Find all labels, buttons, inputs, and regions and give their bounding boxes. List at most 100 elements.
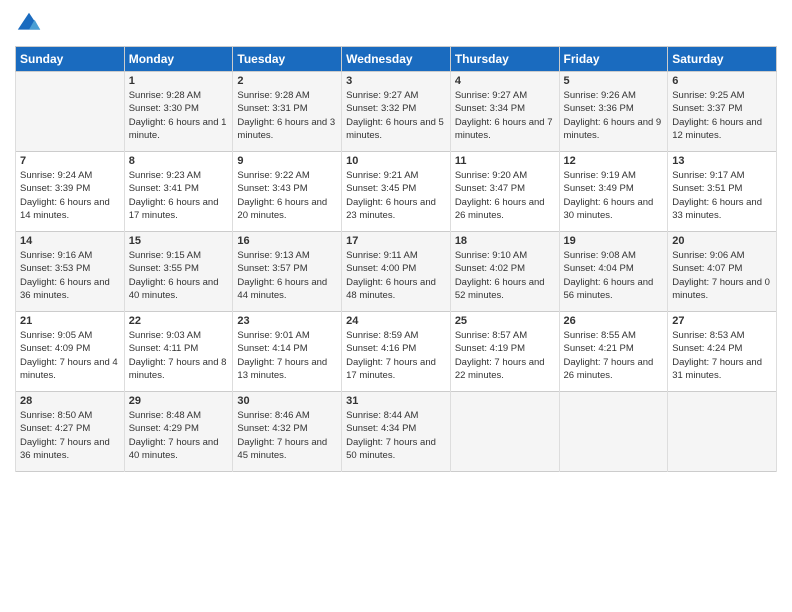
cell-details: Sunrise: 9:19 AMSunset: 3:49 PMDaylight:… bbox=[564, 169, 664, 222]
calendar-cell: 7 Sunrise: 9:24 AMSunset: 3:39 PMDaylight… bbox=[16, 152, 125, 232]
day-number: 30 bbox=[237, 395, 337, 407]
day-number: 8 bbox=[129, 155, 229, 167]
weekday-header: Saturday bbox=[668, 47, 777, 72]
day-number: 19 bbox=[564, 235, 664, 247]
cell-details: Sunrise: 8:50 AMSunset: 4:27 PMDaylight:… bbox=[20, 409, 120, 462]
header bbox=[15, 10, 777, 38]
calendar-cell: 17 Sunrise: 9:11 AMSunset: 4:00 PMDayligh… bbox=[342, 232, 451, 312]
calendar-table: SundayMondayTuesdayWednesdayThursdayFrid… bbox=[15, 46, 777, 472]
calendar-week-row: 28 Sunrise: 8:50 AMSunset: 4:27 PMDayligh… bbox=[16, 392, 777, 472]
calendar-cell: 18 Sunrise: 9:10 AMSunset: 4:02 PMDayligh… bbox=[450, 232, 559, 312]
cell-details: Sunrise: 9:27 AMSunset: 3:34 PMDaylight:… bbox=[455, 89, 555, 142]
cell-details: Sunrise: 8:53 AMSunset: 4:24 PMDaylight:… bbox=[672, 329, 772, 382]
cell-details: Sunrise: 8:48 AMSunset: 4:29 PMDaylight:… bbox=[129, 409, 229, 462]
cell-details: Sunrise: 9:03 AMSunset: 4:11 PMDaylight:… bbox=[129, 329, 229, 382]
calendar-cell: 13Sunrise: 9:17 AMSunset: 3:51 PMDayligh… bbox=[668, 152, 777, 232]
calendar-cell: 23 Sunrise: 9:01 AMSunset: 4:14 PMDayligh… bbox=[233, 312, 342, 392]
day-number: 9 bbox=[237, 155, 337, 167]
weekday-header: Friday bbox=[559, 47, 668, 72]
calendar-cell: 21 Sunrise: 9:05 AMSunset: 4:09 PMDayligh… bbox=[16, 312, 125, 392]
calendar-cell: 29 Sunrise: 8:48 AMSunset: 4:29 PMDayligh… bbox=[124, 392, 233, 472]
weekday-header: Monday bbox=[124, 47, 233, 72]
calendar-cell: 12 Sunrise: 9:19 AMSunset: 3:49 PMDayligh… bbox=[559, 152, 668, 232]
calendar-cell: 22 Sunrise: 9:03 AMSunset: 4:11 PMDayligh… bbox=[124, 312, 233, 392]
calendar-cell: 19Sunrise: 9:08 AMSunset: 4:04 PMDayligh… bbox=[559, 232, 668, 312]
day-number: 7 bbox=[20, 155, 120, 167]
calendar-week-row: 21 Sunrise: 9:05 AMSunset: 4:09 PMDayligh… bbox=[16, 312, 777, 392]
calendar-cell bbox=[450, 392, 559, 472]
calendar-cell: 16Sunrise: 9:13 AMSunset: 3:57 PMDayligh… bbox=[233, 232, 342, 312]
cell-details: Sunrise: 9:24 AMSunset: 3:39 PMDaylight:… bbox=[20, 169, 120, 222]
day-number: 1 bbox=[129, 75, 229, 87]
day-number: 18 bbox=[455, 235, 555, 247]
day-number: 2 bbox=[237, 75, 337, 87]
cell-details: Sunrise: 8:59 AMSunset: 4:16 PMDaylight:… bbox=[346, 329, 446, 382]
calendar-cell: 3Sunrise: 9:27 AMSunset: 3:32 PMDaylight… bbox=[342, 72, 451, 152]
day-number: 17 bbox=[346, 235, 446, 247]
day-number: 26 bbox=[564, 315, 664, 327]
calendar-cell: 25Sunrise: 8:57 AMSunset: 4:19 PMDayligh… bbox=[450, 312, 559, 392]
day-number: 4 bbox=[455, 75, 555, 87]
cell-details: Sunrise: 9:27 AMSunset: 3:32 PMDaylight:… bbox=[346, 89, 446, 142]
cell-details: Sunrise: 9:21 AMSunset: 3:45 PMDaylight:… bbox=[346, 169, 446, 222]
day-number: 14 bbox=[20, 235, 120, 247]
day-number: 29 bbox=[129, 395, 229, 407]
calendar-cell: 9 Sunrise: 9:22 AMSunset: 3:43 PMDaylight… bbox=[233, 152, 342, 232]
cell-details: Sunrise: 9:22 AMSunset: 3:43 PMDaylight:… bbox=[237, 169, 337, 222]
cell-details: Sunrise: 9:16 AMSunset: 3:53 PMDaylight:… bbox=[20, 249, 120, 302]
day-number: 11 bbox=[455, 155, 555, 167]
calendar-cell: 28 Sunrise: 8:50 AMSunset: 4:27 PMDayligh… bbox=[16, 392, 125, 472]
weekday-header: Sunday bbox=[16, 47, 125, 72]
calendar-cell: 4 Sunrise: 9:27 AMSunset: 3:34 PMDaylight… bbox=[450, 72, 559, 152]
cell-details: Sunrise: 9:25 AMSunset: 3:37 PMDaylight:… bbox=[672, 89, 772, 142]
weekday-header: Thursday bbox=[450, 47, 559, 72]
calendar-week-row: 7 Sunrise: 9:24 AMSunset: 3:39 PMDaylight… bbox=[16, 152, 777, 232]
cell-details: Sunrise: 9:13 AMSunset: 3:57 PMDaylight:… bbox=[237, 249, 337, 302]
day-number: 20 bbox=[672, 235, 772, 247]
day-number: 21 bbox=[20, 315, 120, 327]
calendar-cell: 15Sunrise: 9:15 AMSunset: 3:55 PMDayligh… bbox=[124, 232, 233, 312]
calendar-cell: 26 Sunrise: 8:55 AMSunset: 4:21 PMDayligh… bbox=[559, 312, 668, 392]
cell-details: Sunrise: 9:28 AMSunset: 3:30 PMDaylight:… bbox=[129, 89, 229, 142]
calendar-cell: 1 Sunrise: 9:28 AMSunset: 3:30 PMDaylight… bbox=[124, 72, 233, 152]
day-number: 22 bbox=[129, 315, 229, 327]
weekday-row: SundayMondayTuesdayWednesdayThursdayFrid… bbox=[16, 47, 777, 72]
calendar-cell: 24 Sunrise: 8:59 AMSunset: 4:16 PMDayligh… bbox=[342, 312, 451, 392]
calendar-cell: 8 Sunrise: 9:23 AMSunset: 3:41 PMDaylight… bbox=[124, 152, 233, 232]
cell-details: Sunrise: 9:01 AMSunset: 4:14 PMDaylight:… bbox=[237, 329, 337, 382]
calendar-week-row: 14 Sunrise: 9:16 AMSunset: 3:53 PMDayligh… bbox=[16, 232, 777, 312]
logo bbox=[15, 10, 47, 38]
calendar-cell bbox=[16, 72, 125, 152]
logo-icon bbox=[15, 10, 43, 38]
calendar-cell: 20 Sunrise: 9:06 AMSunset: 4:07 PMDayligh… bbox=[668, 232, 777, 312]
weekday-header: Tuesday bbox=[233, 47, 342, 72]
cell-details: Sunrise: 8:46 AMSunset: 4:32 PMDaylight:… bbox=[237, 409, 337, 462]
cell-details: Sunrise: 9:05 AMSunset: 4:09 PMDaylight:… bbox=[20, 329, 120, 382]
calendar-cell: 5Sunrise: 9:26 AMSunset: 3:36 PMDaylight… bbox=[559, 72, 668, 152]
calendar-cell: 10Sunrise: 9:21 AMSunset: 3:45 PMDayligh… bbox=[342, 152, 451, 232]
calendar-cell: 6Sunrise: 9:25 AMSunset: 3:37 PMDaylight… bbox=[668, 72, 777, 152]
cell-details: Sunrise: 9:06 AMSunset: 4:07 PMDaylight:… bbox=[672, 249, 772, 302]
cell-details: Sunrise: 9:20 AMSunset: 3:47 PMDaylight:… bbox=[455, 169, 555, 222]
calendar-cell: 30 Sunrise: 8:46 AMSunset: 4:32 PMDayligh… bbox=[233, 392, 342, 472]
cell-details: Sunrise: 9:11 AMSunset: 4:00 PMDaylight:… bbox=[346, 249, 446, 302]
day-number: 5 bbox=[564, 75, 664, 87]
day-number: 25 bbox=[455, 315, 555, 327]
cell-details: Sunrise: 9:23 AMSunset: 3:41 PMDaylight:… bbox=[129, 169, 229, 222]
weekday-header: Wednesday bbox=[342, 47, 451, 72]
calendar-cell: 27Sunrise: 8:53 AMSunset: 4:24 PMDayligh… bbox=[668, 312, 777, 392]
cell-details: Sunrise: 9:28 AMSunset: 3:31 PMDaylight:… bbox=[237, 89, 337, 142]
cell-details: Sunrise: 9:10 AMSunset: 4:02 PMDaylight:… bbox=[455, 249, 555, 302]
calendar-cell: 31Sunrise: 8:44 AMSunset: 4:34 PMDayligh… bbox=[342, 392, 451, 472]
day-number: 15 bbox=[129, 235, 229, 247]
day-number: 23 bbox=[237, 315, 337, 327]
day-number: 12 bbox=[564, 155, 664, 167]
cell-details: Sunrise: 8:44 AMSunset: 4:34 PMDaylight:… bbox=[346, 409, 446, 462]
calendar-header: SundayMondayTuesdayWednesdayThursdayFrid… bbox=[16, 47, 777, 72]
calendar-cell: 2 Sunrise: 9:28 AMSunset: 3:31 PMDaylight… bbox=[233, 72, 342, 152]
day-number: 28 bbox=[20, 395, 120, 407]
cell-details: Sunrise: 8:55 AMSunset: 4:21 PMDaylight:… bbox=[564, 329, 664, 382]
calendar-cell bbox=[559, 392, 668, 472]
day-number: 24 bbox=[346, 315, 446, 327]
calendar-week-row: 1 Sunrise: 9:28 AMSunset: 3:30 PMDaylight… bbox=[16, 72, 777, 152]
